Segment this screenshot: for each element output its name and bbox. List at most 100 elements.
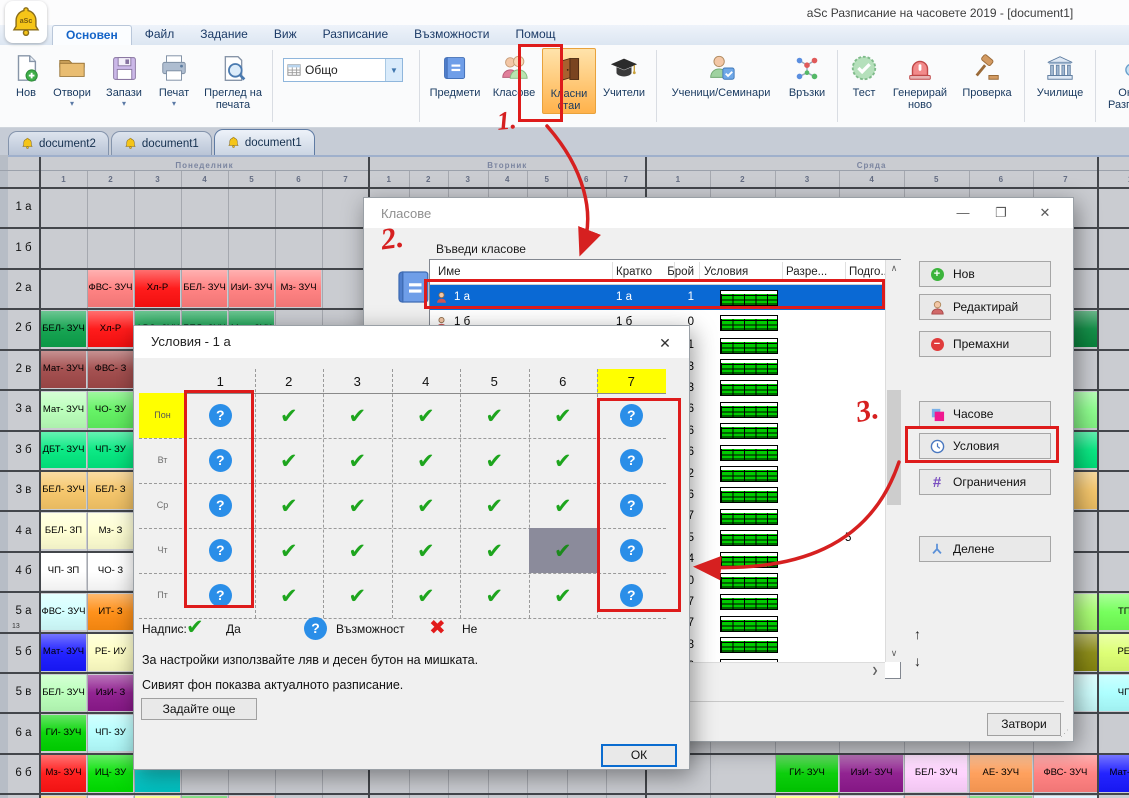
condition-cell[interactable]: ✔ xyxy=(392,528,461,573)
timetable-cell[interactable]: ЧП- ЗУ xyxy=(88,432,133,468)
check-button[interactable]: Проверка xyxy=(954,48,1020,99)
chevron-down-icon[interactable]: ▾ xyxy=(172,100,176,109)
ok-button[interactable]: ОК xyxy=(601,744,677,767)
timetable-cell[interactable]: БЕЛ- ЗУЧ xyxy=(41,675,86,711)
condition-cell[interactable]: ✔ xyxy=(529,438,598,483)
doc-tab-document1-active[interactable]: document1 xyxy=(214,129,315,155)
condition-cell[interactable]: ? xyxy=(186,483,255,528)
new-class-button[interactable]: + Нов xyxy=(919,261,1051,287)
timetable-cell[interactable]: Мат- ЗУЧ xyxy=(41,392,86,428)
condition-cell[interactable]: ✔ xyxy=(323,573,392,618)
condition-cell[interactable]: ✔ xyxy=(255,438,324,483)
classes-button[interactable]: Класове xyxy=(486,48,542,99)
close-icon[interactable]: ✕ xyxy=(1031,205,1059,221)
condition-cell[interactable]: ✔ xyxy=(460,573,529,618)
condition-cell[interactable]: ✔ xyxy=(460,483,529,528)
condition-cell[interactable]: ✔ xyxy=(529,393,598,438)
condition-cell[interactable]: ✔ xyxy=(529,483,598,528)
print-button[interactable]: Печат ▾ xyxy=(150,48,198,109)
timetable-cell[interactable]: Мат- ЗУЧ xyxy=(41,634,86,670)
column-header-conditions[interactable]: Условия xyxy=(704,260,774,284)
condition-cell[interactable]: ✔ xyxy=(460,528,529,573)
chevron-down-icon[interactable]: ▾ xyxy=(122,100,126,109)
combobox-arrow-icon[interactable]: ▼ xyxy=(385,59,402,81)
view-combobox[interactable]: Общо ▼ xyxy=(283,58,403,82)
condition-cell[interactable]: ✔ xyxy=(323,483,392,528)
doc-tab-document1[interactable]: document1 xyxy=(111,131,212,155)
timetable-cell[interactable]: ЧП- З xyxy=(1099,675,1129,711)
set-more-button[interactable]: Задайте още xyxy=(141,698,257,720)
column-header-allowed[interactable]: Разре... xyxy=(786,260,841,284)
timetable-cell[interactable]: ГИ- ЗУЧ xyxy=(41,715,86,751)
condition-cell[interactable]: ? xyxy=(597,483,666,528)
condition-cell[interactable]: ? xyxy=(597,573,666,618)
condition-cell[interactable]: ✔ xyxy=(255,573,324,618)
open-button[interactable]: Отвори ▾ xyxy=(46,48,98,109)
column-header-name[interactable]: Име xyxy=(438,260,608,284)
condition-cell[interactable]: ? xyxy=(597,528,666,573)
vertical-scrollbar[interactable]: ∧ ∨ xyxy=(885,260,902,662)
condition-cell[interactable]: ✔ xyxy=(255,483,324,528)
chevron-down-icon[interactable]: ▾ xyxy=(70,100,74,109)
conditions-button[interactable]: Условия xyxy=(919,433,1051,459)
column-header-count[interactable]: Брой xyxy=(660,260,694,284)
timetable-cell[interactable]: ИзИ- ЗУЧ xyxy=(840,755,903,791)
subjects-button[interactable]: Предмети xyxy=(424,48,486,99)
timetable-cell[interactable]: ГИ- ЗУЧ xyxy=(776,755,839,791)
school-button[interactable]: Училище xyxy=(1029,48,1091,99)
move-down-icon[interactable]: ↓ xyxy=(914,653,921,669)
class-row[interactable]: 1 а1 а1 xyxy=(430,285,885,310)
tab-help[interactable]: Помощ xyxy=(502,25,568,45)
tab-view[interactable]: Виж xyxy=(261,25,310,45)
timetable-cell[interactable]: РЕ- ИУ xyxy=(88,634,133,670)
timetable-cell[interactable]: БЕЛ- ЗУЧ xyxy=(182,270,227,306)
timetable-cell[interactable]: АЕ- ЗУЧ xyxy=(970,755,1033,791)
timetable-cell[interactable]: ЧП- ЗУ xyxy=(88,715,133,751)
condition-cell[interactable]: ✔ xyxy=(529,573,598,618)
timetable-cell[interactable]: ТП- З xyxy=(1099,594,1129,630)
timetable-cell[interactable]: БЕЛ- ЗУЧ xyxy=(41,472,86,508)
condition-cell[interactable]: ✔ xyxy=(529,528,598,573)
timetable-cell[interactable]: Мат- ЗУЧ xyxy=(41,351,86,387)
tab-file[interactable]: Файл xyxy=(132,25,188,45)
teachers-button[interactable]: Учители xyxy=(596,48,652,99)
save-button[interactable]: Запази ▾ xyxy=(98,48,150,109)
condition-cell[interactable]: ✔ xyxy=(255,528,324,573)
online-timetables-button[interactable]: Онлайн Разписания xyxy=(1100,48,1129,112)
new-button[interactable]: Нов xyxy=(6,48,46,99)
condition-cell[interactable]: ✔ xyxy=(323,393,392,438)
condition-cell[interactable]: ✔ xyxy=(255,393,324,438)
test-button[interactable]: Тест xyxy=(842,48,886,99)
timetable-cell[interactable]: РЕ- И xyxy=(1099,634,1129,670)
timetable-cell[interactable]: ФВС- З xyxy=(88,351,133,387)
condition-cell[interactable]: ✔ xyxy=(323,528,392,573)
condition-cell[interactable]: ? xyxy=(186,573,255,618)
classes-dialog-titlebar[interactable]: Класове — ❐ ✕ xyxy=(364,198,1073,228)
condition-cell[interactable]: ✔ xyxy=(392,483,461,528)
resize-grip[interactable]: ⋰ xyxy=(1060,728,1070,738)
timetable-cell[interactable]: Мз- ЗУЧ xyxy=(276,270,321,306)
tab-options[interactable]: Възможности xyxy=(401,25,502,45)
generate-new-button[interactable]: Генерирай ново xyxy=(886,48,954,112)
condition-cell[interactable]: ✔ xyxy=(323,438,392,483)
condition-cell[interactable]: ✔ xyxy=(392,438,461,483)
column-header-prepared[interactable]: Подго... xyxy=(849,260,885,284)
condition-cell[interactable]: ✔ xyxy=(392,393,461,438)
app-logo[interactable]: aSc xyxy=(5,1,47,43)
hours-button[interactable]: Часове xyxy=(919,401,1051,427)
condition-cell[interactable]: ✔ xyxy=(392,573,461,618)
conditions-dialog-titlebar[interactable]: Условия - 1 а ✕ xyxy=(134,326,689,358)
timetable-cell[interactable]: ИЦ- ЗУ xyxy=(88,755,133,791)
condition-cell[interactable]: ? xyxy=(186,438,255,483)
division-button[interactable]: Делене xyxy=(919,536,1051,562)
condition-cell[interactable]: ? xyxy=(186,528,255,573)
maximize-icon[interactable]: ❐ xyxy=(987,205,1015,221)
restrictions-button[interactable]: # Ограничения xyxy=(919,469,1051,495)
print-preview-button[interactable]: Преглед на печата xyxy=(198,48,268,112)
close-button[interactable]: Затвори xyxy=(987,713,1061,736)
tab-timetable[interactable]: Разписание xyxy=(310,25,402,45)
classrooms-button[interactable]: Класни стаи xyxy=(542,48,596,114)
timetable-cell[interactable]: ИТ- З xyxy=(88,594,133,630)
tab-task[interactable]: Задание xyxy=(187,25,261,45)
links-button[interactable]: Връзки xyxy=(781,48,833,99)
